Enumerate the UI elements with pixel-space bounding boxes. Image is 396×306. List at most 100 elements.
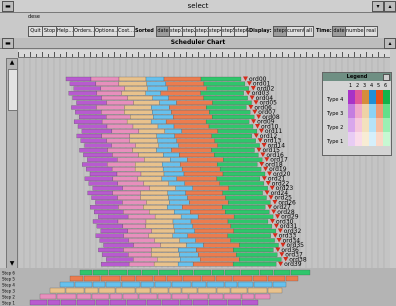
step-bar[interactable] <box>157 293 172 300</box>
order-step-bar[interactable] <box>138 129 166 134</box>
step-bar[interactable] <box>127 269 142 276</box>
order-step-bar[interactable] <box>90 76 120 82</box>
order-step-bar[interactable] <box>186 243 204 248</box>
order-step-bar[interactable] <box>80 138 107 143</box>
order-step-bar[interactable] <box>101 119 128 124</box>
order-step-bar[interactable] <box>76 133 102 139</box>
step-bar[interactable] <box>215 275 233 282</box>
order-step-bar[interactable] <box>198 252 237 257</box>
order-step-bar[interactable] <box>205 119 250 124</box>
order-step-bar[interactable] <box>103 243 134 248</box>
order-step-bar[interactable] <box>172 233 188 238</box>
step-bar[interactable] <box>197 287 217 294</box>
display-steps-option[interactable]: steps <box>273 26 287 37</box>
cost-button[interactable]: Cost... <box>117 26 135 37</box>
step-bar[interactable] <box>79 269 93 276</box>
order-step-bar[interactable] <box>118 205 144 210</box>
order-step-bar[interactable] <box>169 105 207 110</box>
step-bar[interactable] <box>267 275 286 282</box>
step-bar[interactable] <box>92 269 109 276</box>
order-step-bar[interactable] <box>71 105 97 110</box>
step-bar[interactable] <box>29 299 48 306</box>
scroll-up-icon[interactable]: ▲ <box>7 59 17 67</box>
step-bar[interactable] <box>84 287 99 294</box>
order-step-bar[interactable] <box>160 243 187 248</box>
order-step-bar[interactable] <box>133 243 161 248</box>
order-step-bar[interactable] <box>179 238 196 243</box>
order-step-bar[interactable] <box>176 138 215 143</box>
order-step-bar[interactable] <box>145 76 165 82</box>
step-bar[interactable] <box>223 293 242 300</box>
step-bar[interactable] <box>181 287 198 294</box>
order-step-bar[interactable] <box>180 257 201 262</box>
order-step-bar[interactable] <box>168 95 204 101</box>
order-step-bar[interactable] <box>187 157 224 162</box>
order-step-bar[interactable] <box>228 186 268 191</box>
order-step-bar[interactable] <box>75 110 102 115</box>
order-step-bar[interactable] <box>127 228 152 234</box>
order-step-bar[interactable] <box>233 247 274 253</box>
order-step-bar[interactable] <box>233 228 276 234</box>
step-bar[interactable] <box>120 275 136 282</box>
step-bar[interactable] <box>171 281 192 288</box>
step-bar[interactable] <box>39 293 57 300</box>
order-step-bar[interactable] <box>163 76 202 82</box>
order-step-bar[interactable] <box>157 124 175 129</box>
order-step-bar[interactable] <box>96 105 125 110</box>
order-step-bar[interactable] <box>111 167 136 172</box>
step-bar[interactable] <box>201 275 216 282</box>
order-step-bar[interactable] <box>117 219 147 224</box>
order-step-bar[interactable] <box>227 233 271 238</box>
order-step-bar[interactable] <box>95 200 123 205</box>
order-step-bar[interactable] <box>173 114 213 120</box>
order-step-bar[interactable] <box>94 209 124 215</box>
order-step-bar[interactable] <box>227 219 269 224</box>
order-step-bar[interactable] <box>223 157 263 162</box>
sort-step4-option[interactable]: step4 <box>208 26 223 37</box>
step-bar[interactable] <box>121 281 141 288</box>
order-step-bar[interactable] <box>151 228 175 234</box>
step-bar[interactable] <box>240 269 260 276</box>
step-bar[interactable] <box>109 293 123 300</box>
order-step-bar[interactable] <box>173 124 210 129</box>
step-bar[interactable] <box>192 299 209 306</box>
order-step-bar[interactable] <box>217 162 258 167</box>
order-step-bar[interactable] <box>149 186 176 191</box>
order-step-bar[interactable] <box>214 138 256 143</box>
order-step-bar[interactable] <box>196 247 234 253</box>
step-bar[interactable] <box>140 281 155 288</box>
step-bar[interactable] <box>56 293 77 300</box>
step-bar[interactable] <box>178 269 194 276</box>
order-step-bar[interactable] <box>83 152 113 158</box>
order-step-bar[interactable] <box>230 238 275 243</box>
order-step-bar[interactable] <box>146 81 167 86</box>
order-step-bar[interactable] <box>128 252 152 257</box>
order-step-bar[interactable] <box>157 257 181 262</box>
order-step-bar[interactable] <box>116 171 142 177</box>
order-step-bar[interactable] <box>200 257 240 262</box>
order-step-bar[interactable] <box>106 138 130 143</box>
order-step-bar[interactable] <box>176 176 218 181</box>
order-step-bar[interactable] <box>118 81 148 86</box>
time-date-option[interactable]: date <box>332 26 346 37</box>
step-bar[interactable] <box>146 299 162 306</box>
order-step-bar[interactable] <box>65 76 92 82</box>
stop-button[interactable]: Stop <box>42 26 57 37</box>
order-step-bar[interactable] <box>156 148 172 153</box>
order-step-bar[interactable] <box>212 100 252 105</box>
order-step-bar[interactable] <box>112 176 139 181</box>
step-bar[interactable] <box>267 287 283 294</box>
order-step-bar[interactable] <box>206 86 249 91</box>
maximize-icon[interactable]: ▴ <box>384 1 396 12</box>
order-step-bar[interactable] <box>203 81 246 86</box>
order-step-bar[interactable] <box>98 247 124 253</box>
order-step-bar[interactable] <box>181 167 221 172</box>
order-step-bar[interactable] <box>72 95 102 101</box>
order-step-bar[interactable] <box>233 214 274 219</box>
order-step-bar[interactable] <box>82 162 108 167</box>
order-step-bar[interactable] <box>167 205 183 210</box>
step-bar[interactable] <box>208 299 228 306</box>
order-step-bar[interactable] <box>73 119 103 124</box>
order-step-bar[interactable] <box>102 252 129 257</box>
sort-step1-option[interactable]: step1 <box>169 26 184 37</box>
